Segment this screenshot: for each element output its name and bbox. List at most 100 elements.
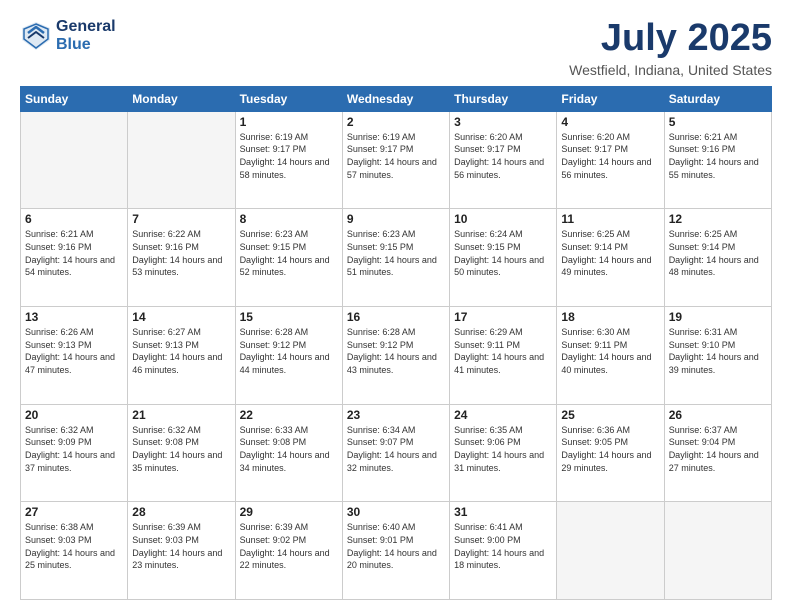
day-number: 22: [240, 408, 338, 422]
day-info: Sunrise: 6:34 AM Sunset: 9:07 PM Dayligh…: [347, 424, 445, 474]
title-block: July 2025 Westfield, Indiana, United Sta…: [569, 18, 772, 78]
day-info: Sunrise: 6:23 AM Sunset: 9:15 PM Dayligh…: [240, 228, 338, 278]
table-row: 2 Sunrise: 6:19 AM Sunset: 9:17 PM Daylig…: [342, 111, 449, 209]
day-number: 15: [240, 310, 338, 324]
header-thursday: Thursday: [450, 86, 557, 111]
table-row: 26 Sunrise: 6:37 AM Sunset: 9:04 PM Dayli…: [664, 404, 771, 502]
header: General Blue July 2025 Westfield, Indian…: [20, 18, 772, 78]
day-number: 12: [669, 212, 767, 226]
day-number: 30: [347, 505, 445, 519]
table-row: 24 Sunrise: 6:35 AM Sunset: 9:06 PM Dayli…: [450, 404, 557, 502]
day-number: 21: [132, 408, 230, 422]
day-number: 6: [25, 212, 123, 226]
calendar-week-row: 13 Sunrise: 6:26 AM Sunset: 9:13 PM Dayli…: [21, 307, 772, 405]
day-number: 13: [25, 310, 123, 324]
day-info: Sunrise: 6:40 AM Sunset: 9:01 PM Dayligh…: [347, 521, 445, 571]
day-number: 8: [240, 212, 338, 226]
logo-text: General Blue: [56, 18, 116, 55]
day-number: 1: [240, 115, 338, 129]
table-row: 28 Sunrise: 6:39 AM Sunset: 9:03 PM Dayli…: [128, 502, 235, 600]
day-info: Sunrise: 6:22 AM Sunset: 9:16 PM Dayligh…: [132, 228, 230, 278]
day-number: 20: [25, 408, 123, 422]
day-info: Sunrise: 6:32 AM Sunset: 9:09 PM Dayligh…: [25, 424, 123, 474]
day-info: Sunrise: 6:41 AM Sunset: 9:00 PM Dayligh…: [454, 521, 552, 571]
table-row: 25 Sunrise: 6:36 AM Sunset: 9:05 PM Dayli…: [557, 404, 664, 502]
day-number: 28: [132, 505, 230, 519]
table-row: 10 Sunrise: 6:24 AM Sunset: 9:15 PM Dayli…: [450, 209, 557, 307]
table-row: 6Sunrise: 6:21 AM Sunset: 9:16 PM Daylig…: [21, 209, 128, 307]
logo: General Blue: [20, 18, 116, 55]
day-info: Sunrise: 6:26 AM Sunset: 9:13 PM Dayligh…: [25, 326, 123, 376]
month-title: July 2025: [569, 18, 772, 60]
day-number: 14: [132, 310, 230, 324]
day-info: Sunrise: 6:24 AM Sunset: 9:15 PM Dayligh…: [454, 228, 552, 278]
day-info: Sunrise: 6:36 AM Sunset: 9:05 PM Dayligh…: [561, 424, 659, 474]
header-sunday: Sunday: [21, 86, 128, 111]
day-info: Sunrise: 6:32 AM Sunset: 9:08 PM Dayligh…: [132, 424, 230, 474]
table-row: [557, 502, 664, 600]
logo-icon: [20, 20, 52, 52]
day-number: 25: [561, 408, 659, 422]
day-info: Sunrise: 6:20 AM Sunset: 9:17 PM Dayligh…: [454, 131, 552, 181]
day-number: 31: [454, 505, 552, 519]
day-info: Sunrise: 6:35 AM Sunset: 9:06 PM Dayligh…: [454, 424, 552, 474]
table-row: 8 Sunrise: 6:23 AM Sunset: 9:15 PM Daylig…: [235, 209, 342, 307]
calendar-week-row: 6Sunrise: 6:21 AM Sunset: 9:16 PM Daylig…: [21, 209, 772, 307]
header-wednesday: Wednesday: [342, 86, 449, 111]
day-number: 24: [454, 408, 552, 422]
calendar-header-row: Sunday Monday Tuesday Wednesday Thursday…: [21, 86, 772, 111]
table-row: 12Sunrise: 6:25 AM Sunset: 9:14 PM Dayli…: [664, 209, 771, 307]
logo-general: General: [56, 18, 116, 35]
day-info: Sunrise: 6:25 AM Sunset: 9:14 PM Dayligh…: [561, 228, 659, 278]
table-row: 23 Sunrise: 6:34 AM Sunset: 9:07 PM Dayli…: [342, 404, 449, 502]
header-tuesday: Tuesday: [235, 86, 342, 111]
day-number: 2: [347, 115, 445, 129]
table-row: [664, 502, 771, 600]
day-info: Sunrise: 6:27 AM Sunset: 9:13 PM Dayligh…: [132, 326, 230, 376]
day-info: Sunrise: 6:39 AM Sunset: 9:02 PM Dayligh…: [240, 521, 338, 571]
day-info: Sunrise: 6:23 AM Sunset: 9:15 PM Dayligh…: [347, 228, 445, 278]
location: Westfield, Indiana, United States: [569, 62, 772, 78]
day-info: Sunrise: 6:21 AM Sunset: 9:16 PM Dayligh…: [669, 131, 767, 181]
table-row: 20 Sunrise: 6:32 AM Sunset: 9:09 PM Dayli…: [21, 404, 128, 502]
logo-blue: Blue: [56, 36, 91, 53]
day-info: Sunrise: 6:33 AM Sunset: 9:08 PM Dayligh…: [240, 424, 338, 474]
day-number: 17: [454, 310, 552, 324]
day-info: Sunrise: 6:38 AM Sunset: 9:03 PM Dayligh…: [25, 521, 123, 571]
day-info: Sunrise: 6:19 AM Sunset: 9:17 PM Dayligh…: [347, 131, 445, 181]
day-number: 26: [669, 408, 767, 422]
day-info: Sunrise: 6:30 AM Sunset: 9:11 PM Dayligh…: [561, 326, 659, 376]
day-info: Sunrise: 6:19 AM Sunset: 9:17 PM Dayligh…: [240, 131, 338, 181]
calendar-week-row: 27Sunrise: 6:38 AM Sunset: 9:03 PM Dayli…: [21, 502, 772, 600]
day-info: Sunrise: 6:28 AM Sunset: 9:12 PM Dayligh…: [240, 326, 338, 376]
table-row: 31 Sunrise: 6:41 AM Sunset: 9:00 PM Dayli…: [450, 502, 557, 600]
day-info: Sunrise: 6:31 AM Sunset: 9:10 PM Dayligh…: [669, 326, 767, 376]
header-friday: Friday: [557, 86, 664, 111]
table-row: [128, 111, 235, 209]
day-info: Sunrise: 6:39 AM Sunset: 9:03 PM Dayligh…: [132, 521, 230, 571]
day-number: 10: [454, 212, 552, 226]
day-info: Sunrise: 6:28 AM Sunset: 9:12 PM Dayligh…: [347, 326, 445, 376]
page: General Blue July 2025 Westfield, Indian…: [0, 0, 792, 612]
table-row: 14 Sunrise: 6:27 AM Sunset: 9:13 PM Dayli…: [128, 307, 235, 405]
day-number: 18: [561, 310, 659, 324]
day-number: 11: [561, 212, 659, 226]
table-row: 13 Sunrise: 6:26 AM Sunset: 9:13 PM Dayli…: [21, 307, 128, 405]
table-row: 27Sunrise: 6:38 AM Sunset: 9:03 PM Dayli…: [21, 502, 128, 600]
table-row: [21, 111, 128, 209]
day-info: Sunrise: 6:20 AM Sunset: 9:17 PM Dayligh…: [561, 131, 659, 181]
table-row: 5 Sunrise: 6:21 AM Sunset: 9:16 PM Daylig…: [664, 111, 771, 209]
table-row: 3Sunrise: 6:20 AM Sunset: 9:17 PM Daylig…: [450, 111, 557, 209]
day-number: 23: [347, 408, 445, 422]
day-info: Sunrise: 6:37 AM Sunset: 9:04 PM Dayligh…: [669, 424, 767, 474]
header-monday: Monday: [128, 86, 235, 111]
table-row: 29 Sunrise: 6:39 AM Sunset: 9:02 PM Dayli…: [235, 502, 342, 600]
table-row: 30 Sunrise: 6:40 AM Sunset: 9:01 PM Dayli…: [342, 502, 449, 600]
table-row: 11 Sunrise: 6:25 AM Sunset: 9:14 PM Dayli…: [557, 209, 664, 307]
day-number: 19: [669, 310, 767, 324]
table-row: 1 Sunrise: 6:19 AM Sunset: 9:17 PM Daylig…: [235, 111, 342, 209]
header-saturday: Saturday: [664, 86, 771, 111]
day-number: 29: [240, 505, 338, 519]
day-number: 5: [669, 115, 767, 129]
table-row: 18 Sunrise: 6:30 AM Sunset: 9:11 PM Dayli…: [557, 307, 664, 405]
